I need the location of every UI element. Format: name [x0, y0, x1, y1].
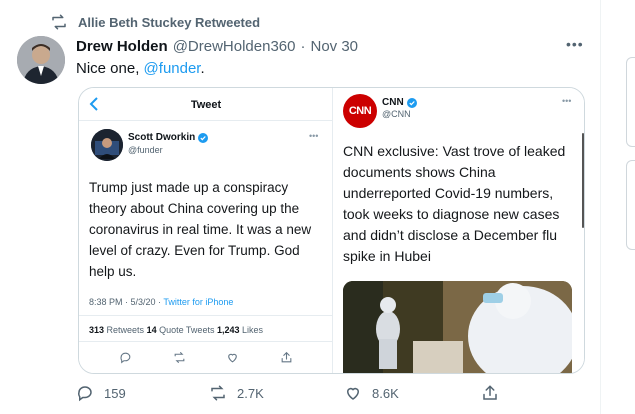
column-divider — [600, 0, 601, 414]
divider — [79, 341, 333, 342]
author-name[interactable]: Drew Holden — [76, 38, 168, 55]
like-button[interactable]: 8.6K — [344, 384, 399, 402]
screenshot-quote-count: 14 — [146, 325, 157, 335]
reply-button[interactable]: 159 — [76, 384, 126, 402]
mention-link[interactable]: @funder — [144, 60, 201, 77]
divider — [79, 315, 333, 316]
screenshot-header-title: Tweet — [190, 99, 222, 111]
reply-count: 159 — [104, 385, 126, 401]
tweet-text-prefix: Nice one, — [76, 60, 144, 77]
embedded-screenshot-left: Tweet Scott Dworkin @funder ••• Trump ju… — [79, 88, 333, 373]
screenshot-action-bar — [79, 351, 333, 364]
verified-badge-icon — [198, 132, 209, 143]
screenshot-more-icon: ••• — [309, 131, 319, 141]
author-handle[interactable]: @DrewHolden360 — [173, 38, 296, 55]
screenshot-likes-count: 1,243 — [216, 325, 240, 335]
heart-icon — [228, 353, 238, 363]
embedded-screenshot-right: CNN CNN @CNN ••• CNN exclusive: Vast tro… — [334, 88, 584, 373]
screenshot-tweet-body: Trump just made up a conspiracy theory a… — [89, 180, 312, 279]
cnn-logo: CNN — [343, 94, 377, 128]
screenshot-timestamp: 8:38 PM · 5/3/20 · Twitter for iPhone — [89, 297, 233, 307]
reply-icon — [78, 386, 92, 402]
cnn-author-name: CNN — [382, 97, 404, 108]
sidebar-card-fragment — [626, 57, 635, 147]
screenshot-author-name: CNN — [382, 97, 417, 108]
screenshot-likes-label: Likes — [239, 325, 263, 335]
heart-icon — [346, 387, 360, 400]
retweet-count: 2.7K — [237, 385, 264, 401]
scrollbar — [582, 133, 584, 228]
retweet-icon — [52, 14, 66, 30]
like-count: 8.6K — [372, 385, 399, 401]
screenshot-time: 8:38 PM · 5/3/20 · — [89, 297, 164, 307]
tweet-date[interactable]: Nov 30 — [310, 38, 358, 55]
screenshot-more-icon: ••• — [562, 96, 572, 106]
reply-icon — [120, 352, 131, 364]
tweet-action-bar: 159 2.7K 8.6K — [76, 384, 506, 404]
screenshot-avatar — [91, 129, 123, 161]
screenshot-source: Twitter for iPhone — [163, 297, 234, 307]
verified-badge-icon — [406, 97, 417, 108]
divider — [79, 120, 333, 121]
share-icon — [483, 385, 497, 400]
tweet-text-suffix: . — [200, 60, 205, 77]
screenshot-author-handle: @funder — [128, 145, 163, 155]
retweet-indicator: Allie Beth Stuckey Retweeted — [50, 13, 260, 31]
news-photo — [343, 281, 572, 373]
retweet-button[interactable]: 2.7K — [209, 384, 264, 402]
screenshot-stats: 313 Retweets 14 Quote Tweets 1,243 Likes — [89, 325, 263, 335]
cnn-tweet-body: CNN exclusive: Vast trove of leaked docu… — [343, 143, 566, 264]
screenshot-retweets-label: Retweets — [104, 325, 147, 335]
sidebar-card-fragment — [626, 160, 635, 250]
more-options-icon[interactable]: ••• — [566, 36, 584, 52]
separator-dot: · — [300, 38, 306, 55]
share-icon — [281, 351, 292, 363]
retweet-icon — [211, 385, 225, 401]
media-card[interactable]: Tweet Scott Dworkin @funder ••• Trump ju… — [78, 87, 585, 374]
retweet-label[interactable]: Allie Beth Stuckey Retweeted — [78, 15, 260, 30]
tweet-text: Nice one, @funder. — [76, 60, 205, 77]
screenshot-retweets-count: 313 — [89, 325, 105, 335]
tweet-header: Drew Holden @DrewHolden360 · Nov 30 — [76, 38, 358, 55]
avatar[interactable] — [17, 36, 65, 84]
share-button[interactable] — [481, 384, 499, 402]
screenshot-author-handle: @CNN — [382, 109, 411, 119]
screenshot-quote-label: Quote Tweets — [156, 325, 217, 335]
retweet-icon — [174, 352, 185, 363]
screenshot-author-name: Scott Dworkin — [128, 132, 209, 143]
screenshot-author-name-text: Scott Dworkin — [128, 132, 196, 143]
